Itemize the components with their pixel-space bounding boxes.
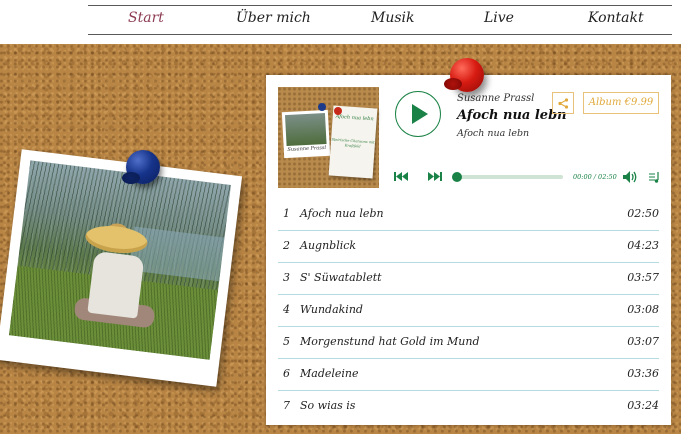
skip-forward-icon[interactable] — [428, 172, 442, 181]
music-player: Susanne Prassl Afoch nua lebn Steirische… — [266, 75, 671, 425]
track-number: 5 — [283, 335, 290, 348]
track-name: Afoch nua lebn — [300, 207, 384, 220]
track-number: 7 — [283, 399, 290, 412]
track-duration: 03:36 — [627, 367, 659, 380]
cover-note: Afoch nua lebn Steirische Chansons mit K… — [328, 105, 378, 179]
artist-name: Susanne Prassl — [457, 93, 535, 104]
track-duration: 03:24 — [627, 399, 659, 412]
track-number: 1 — [283, 207, 290, 220]
nav-item-start[interactable]: Start — [128, 10, 164, 26]
progress-bar[interactable] — [457, 175, 563, 179]
playlist-icon[interactable] — [649, 171, 661, 183]
album-cover: Susanne Prassl Afoch nua lebn Steirische… — [278, 87, 379, 188]
track-row[interactable]: 7 So wias is 03:24 — [278, 391, 659, 422]
track-duration: 03:07 — [627, 335, 659, 348]
track-name: Augnblick — [300, 239, 357, 252]
cover-note-title: Afoch nua lebn — [335, 113, 374, 123]
track-number: 4 — [283, 303, 290, 316]
track-list: 1 Afoch nua lebn 02:50 2 Augnblick 04:23… — [278, 199, 659, 422]
nav-item-kontakt[interactable]: Kontakt — [588, 10, 644, 26]
track-row[interactable]: 3 S' Süwatablett 03:57 — [278, 263, 659, 295]
cover-note-subtitle: Steirische Chansons mit Kraftfeld — [331, 137, 375, 149]
play-icon — [412, 104, 428, 124]
progress-handle[interactable] — [452, 172, 462, 182]
track-name: Wundakind — [300, 303, 363, 316]
track-number: 6 — [283, 367, 290, 380]
nav-item-ueber-mich[interactable]: Über mich — [236, 10, 311, 26]
cover-photo: Susanne Prassl — [281, 109, 331, 159]
cover-blue-pin-icon — [318, 103, 326, 111]
top-navigation-bar: Start Über mich Musik Live Kontakt — [0, 0, 681, 44]
photo-child-by-lake — [9, 160, 231, 360]
track-number: 2 — [283, 239, 290, 252]
track-row[interactable]: 2 Augnblick 04:23 — [278, 231, 659, 263]
play-button[interactable] — [395, 91, 441, 137]
track-name: S' Süwatablett — [300, 271, 382, 284]
track-duration: 04:23 — [627, 239, 659, 252]
blue-pushpin-icon — [122, 150, 160, 184]
skip-back-icon[interactable] — [394, 172, 408, 181]
album-name: Afoch nua lebn — [457, 128, 530, 139]
main-nav: Start Über mich Musik Live Kontakt — [88, 6, 672, 34]
track-row[interactable]: 5 Morgenstund hat Gold im Mund 03:07 — [278, 327, 659, 359]
track-number: 3 — [283, 271, 290, 284]
track-row[interactable]: 4 Wundakind 03:08 — [278, 295, 659, 327]
cover-photo-caption: Susanne Prassl — [287, 145, 327, 154]
nav-divider-bottom — [88, 34, 672, 35]
cover-red-pin-icon — [334, 107, 342, 115]
track-duration: 02:50 — [627, 207, 659, 220]
track-title: Afoch nua lebn — [457, 108, 567, 123]
nav-item-live[interactable]: Live — [484, 10, 514, 26]
red-pushpin-icon — [444, 58, 484, 92]
track-name: Morgenstund hat Gold im Mund — [300, 335, 480, 348]
track-row[interactable]: 6 Madeleine 03:36 — [278, 359, 659, 391]
share-button[interactable] — [552, 92, 574, 114]
track-duration: 03:57 — [627, 271, 659, 284]
polaroid-photo — [0, 149, 243, 387]
nav-item-musik[interactable]: Musik — [371, 10, 415, 26]
track-name: Madeleine — [300, 367, 359, 380]
track-duration: 03:08 — [627, 303, 659, 316]
share-icon — [558, 98, 569, 109]
playback-time: 00:00 / 02:50 — [573, 173, 617, 181]
track-name: So wias is — [300, 399, 356, 412]
track-row[interactable]: 1 Afoch nua lebn 02:50 — [278, 199, 659, 231]
buy-album-button[interactable]: Album €9.99 — [583, 92, 659, 114]
volume-icon[interactable] — [623, 171, 638, 183]
